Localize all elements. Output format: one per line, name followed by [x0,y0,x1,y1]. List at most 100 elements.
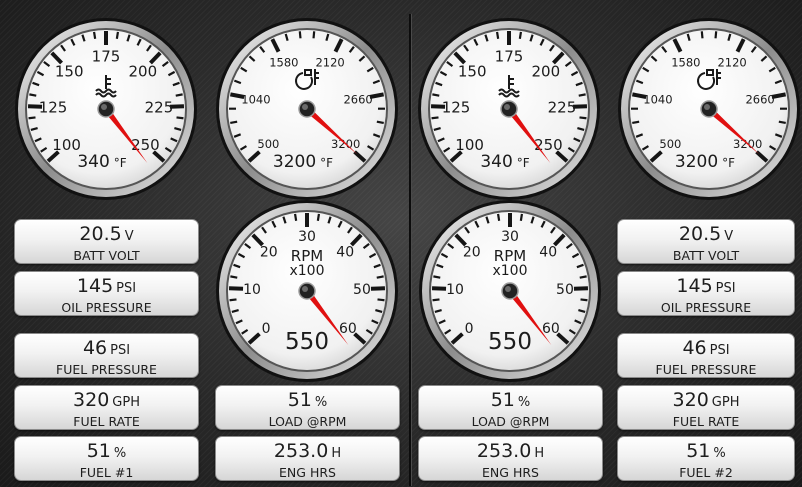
minor-tick [176,116,184,120]
gauge-tick-label: 2120 [717,56,746,70]
panel-label: FUEL #2 [679,465,733,480]
left-engine-hours-panel[interactable]: 253.0 H ENG HRS [215,436,400,481]
panel-unit: % [113,446,127,461]
right-fuel-level-panel[interactable]: 51% FUEL #2 [617,436,795,481]
minor-tick [495,31,500,40]
gauge-tick-label: 30 [298,229,316,245]
minor-tick [431,116,439,120]
minor-tick [28,116,36,120]
minor-tick [376,275,384,279]
panel-unit: GPH [112,395,140,410]
minor-tick [778,120,786,125]
gauge-tick-label: 2660 [343,92,372,106]
panel-value: 20.5 [678,223,722,245]
panel-value: 145 [76,275,114,297]
left-batt-volt-panel[interactable]: 20.5 V BATT VOLT [14,219,199,264]
minor-tick [714,31,718,39]
minor-tick [229,298,237,302]
panel-value: 46 [682,337,707,359]
left-rpm-gauge[interactable]: 0 10 20 30 40 50 60 RPM x100 550 [215,199,399,383]
right-engine-hours-panel[interactable]: 253.0 H ENG HRS [418,436,603,481]
gauge-subtitle: x100 [289,263,324,279]
right-exhaust-temp-gauge[interactable]: 500104015802120266032003200°F [617,17,801,201]
gauge-subtitle: x100 [492,263,527,279]
panel-label: FUEL PRESSURE [655,362,757,377]
panel-unit: PSI [709,343,730,358]
minor-tick [29,93,37,97]
panel-value: 145 [676,275,713,297]
right-rpm-gauge[interactable]: 0 10 20 30 40 50 60 RPM x100 550 [418,199,602,383]
left-load-panel[interactable]: 51% LOAD @RPM [215,385,400,430]
gauge-tick-label: 10 [446,282,464,298]
left-fuel-rate-panel[interactable]: 320 GPH FUEL RATE [14,385,199,430]
right-batt-volt-panel[interactable]: 20.5 V BATT VOLT [617,219,795,264]
minor-tick [230,275,238,279]
panel-value: 51 [490,389,515,411]
gauge-tick-label: 200 [531,62,560,80]
left-coolant-temp-gauge[interactable]: 100 125 150 175 200 225 250 340 °F [14,17,198,201]
gauge-tick-label: 175 [495,47,524,65]
panel-unit: PSI [116,281,137,296]
gauge-tick-label: 250 [534,136,563,154]
panel-value: 51 [686,440,711,462]
minor-tick [518,31,523,40]
gauge-tick-label: 10 [243,282,261,298]
right-fuel-pressure-panel[interactable]: 46 PSI FUEL PRESSURE [617,333,795,378]
gauge-tick-label: 1580 [269,56,298,70]
panel-label: FUEL #1 [79,465,134,480]
panel-label: FUEL RATE [672,414,740,429]
minor-tick [432,93,440,97]
minor-tick [580,298,588,302]
minor-tick [578,93,586,97]
engine-dashboard: 100 125 150 175 200 225 250 340 °F 500 1040 1580 21… [0,0,802,487]
left-oil-pressure-panel[interactable]: 145 PSI OIL PRESSURE [14,271,199,316]
minor-tick [376,120,384,125]
panel-value: 320 [672,389,709,411]
minor-tick [175,93,183,97]
gauge-tick-label: 225 [145,99,174,117]
minor-tick [496,213,501,222]
gauge-tick-label: 2120 [315,56,344,70]
panel-label: BATT VOLT [73,248,140,263]
panel-value: 20.5 [79,223,122,245]
gauge-tick-label: 1040 [643,92,672,106]
gauge-tick-label: 500 [659,137,681,151]
panel-label: ENG HRS [279,465,336,480]
right-oil-pressure-panel[interactable]: 145 PSI OIL PRESSURE [617,271,795,316]
panel-unit: PSI [715,281,736,296]
panel-unit: V [724,229,734,244]
panel-label: FUEL RATE [73,414,140,429]
panel-label: LOAD @RPM [471,414,550,429]
gauge-tick-label: 125 [39,99,68,117]
panel-label: FUEL PRESSURE [56,362,157,377]
gauge-tick-label: 125 [442,99,471,117]
right-fuel-rate-panel[interactable]: 320 GPH FUEL RATE [617,385,795,430]
gauge-tick-label: 1040 [241,92,270,106]
gauge-tick-label: 20 [463,244,481,260]
gauge-tick-label: 60 [542,321,560,337]
right-coolant-temp-gauge[interactable]: 100 125 150 175 200 225 250 340 °F [417,17,601,201]
gauge-tick-label: 0 [262,321,271,337]
gauge-tick-label: 250 [131,136,160,154]
gauge-tick-label: 40 [539,244,557,260]
minor-tick [377,298,385,302]
panel-unit: H [534,446,545,461]
right-load-panel[interactable]: 51% LOAD @RPM [418,385,603,430]
gauge-tick-label: 1580 [671,56,700,70]
panel-label: OIL PRESSURE [660,300,752,315]
gauge-readout: 550 [285,329,329,355]
left-fuel-pressure-panel[interactable]: 46 PSI FUEL PRESSURE [14,333,199,378]
panel-value: 46 [82,337,108,359]
minor-tick [293,213,298,222]
panel-unit: GPH [711,395,740,410]
minor-tick [433,275,441,279]
left-fuel-level-panel[interactable]: 51% FUEL #1 [14,436,199,481]
left-exhaust-temp-gauge[interactable]: 500104015802120266032003200°F [215,17,399,201]
gauge-tick-label: 150 [55,62,84,80]
gauge-tick-label: 175 [92,47,121,65]
panel-value: 51 [86,440,111,462]
gauge-tick-label: 50 [353,282,371,298]
gauge-tick-label: 500 [257,137,279,151]
panel-unit: PSI [110,343,131,358]
gauge-tick-label: 150 [458,62,487,80]
